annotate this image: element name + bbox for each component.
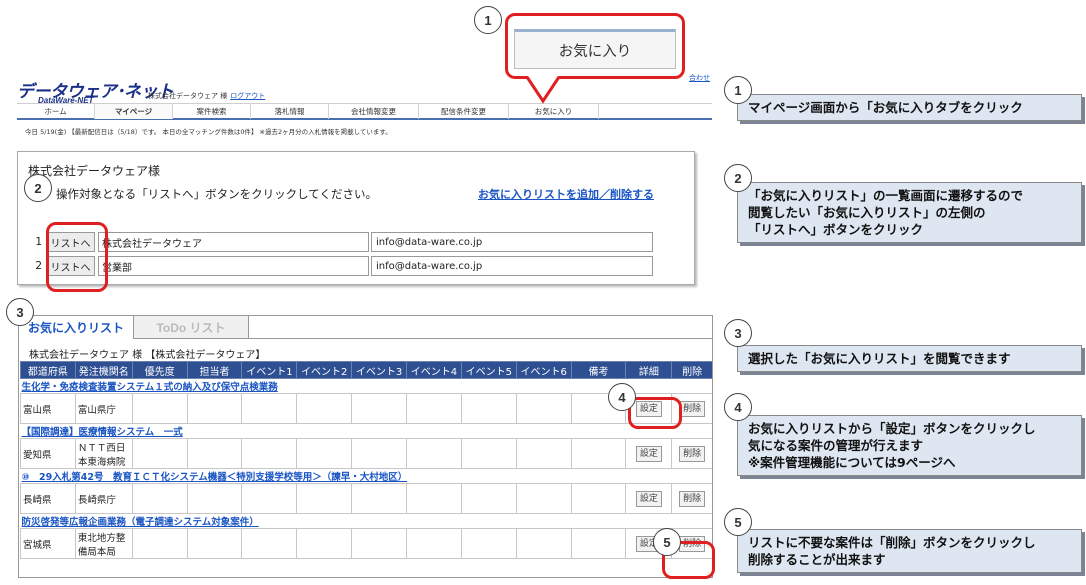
col-header: 都道府県 bbox=[20, 361, 76, 379]
list-name-field[interactable]: 営業部 bbox=[98, 256, 369, 276]
col-header: イベント2 bbox=[296, 361, 353, 379]
list-row-2: 2 リストへ 営業部 info@data-ware.co.jp bbox=[30, 255, 653, 277]
pref-cell: 富山県 bbox=[20, 393, 76, 424]
callout-4-line: ※案件管理機能については9ページへ bbox=[748, 455, 956, 470]
callout-5-line: 削除することが出来ます bbox=[748, 552, 886, 567]
nav-favorites[interactable]: お気に入り bbox=[509, 104, 599, 119]
callout-2-line: 「リストへ」ボタンをクリック bbox=[748, 222, 924, 237]
org-cell: ＮＴＴ西日本東海病院 bbox=[74, 438, 133, 469]
pref-cell: 愛知県 bbox=[20, 438, 76, 469]
callout-5-line: リストに不要な案件は「削除」ボタンをクリックし bbox=[748, 535, 1036, 550]
col-header: 担当者 bbox=[186, 361, 243, 379]
step-4-circle: 4 bbox=[608, 383, 636, 411]
list-num: 2 bbox=[35, 260, 42, 272]
callout-3-line: 選択した「お気に入りリスト」を閲覧できます bbox=[748, 351, 1011, 366]
table-row: 長崎県 長崎県庁 設定 削除 bbox=[20, 483, 712, 514]
org-cell: 富山県庁 bbox=[74, 393, 133, 424]
col-header: イベント3 bbox=[351, 361, 408, 379]
callout-1-circle: 1 bbox=[724, 76, 752, 104]
col-header: 発注機関名 bbox=[74, 361, 133, 379]
set-button[interactable]: 設定 bbox=[635, 400, 662, 417]
case-title-link[interactable]: 防災啓発等広報企画業務（電子調達システム対象案件） bbox=[22, 517, 259, 528]
col-header: 優先度 bbox=[131, 361, 188, 379]
list-num: 1 bbox=[35, 236, 42, 248]
col-header: 削除 bbox=[671, 361, 712, 379]
callout-pointer bbox=[525, 75, 561, 104]
p2-company-name: 株式会社データウェア様 bbox=[28, 164, 161, 178]
nav-delivery-settings[interactable]: 配信条件変更 bbox=[419, 104, 509, 119]
set-button[interactable]: 設定 bbox=[635, 445, 662, 462]
callout-5-circle: 5 bbox=[724, 508, 752, 536]
delete-button[interactable]: 削除 bbox=[679, 490, 706, 507]
info-line: 今日 5/19(金) 【最新配信日は（5/18）です。 本日の全マッチング件数は… bbox=[25, 128, 392, 136]
callout-4-line: お気に入りリストから「設定」ボタンをクリックし bbox=[748, 421, 1036, 436]
callout-3-circle: 3 bbox=[724, 319, 752, 347]
callout-2-circle: 2 bbox=[724, 164, 752, 192]
step-1-circle: 1 bbox=[474, 6, 502, 34]
col-header: 詳細 bbox=[625, 361, 673, 379]
edit-favorites-link[interactable]: お気に入りリストを追加／削除する bbox=[478, 186, 654, 202]
case-title-row: 防災啓発等広報企画業務（電子調達システム対象案件） bbox=[21, 514, 713, 529]
favorites-list-panel: 株式会社データウェア様 操作対象となる「リストへ」ボタンをクリックしてください。… bbox=[17, 151, 695, 285]
callout-4-circle: 4 bbox=[724, 393, 752, 421]
callout-4-line: 気になる案件の管理が行えます bbox=[748, 438, 924, 453]
list-row-1: 1 リストへ 株式会社データウェア info@data-ware.co.jp bbox=[30, 231, 653, 253]
col-header: イベント5 bbox=[460, 361, 517, 379]
delete-button[interactable]: 削除 bbox=[679, 400, 706, 417]
list-email-field[interactable]: info@data-ware.co.jp bbox=[371, 256, 653, 276]
org-cell: 長崎県庁 bbox=[74, 483, 133, 514]
table-header: 都道府県 発注機関名 優先度 担当者 イベント1 イベント2 イベント3 イベン… bbox=[20, 361, 712, 379]
tab-favorites[interactable]: お気に入りリスト bbox=[19, 316, 134, 339]
step-3-circle: 3 bbox=[6, 298, 34, 326]
nav-mypage[interactable]: マイページ bbox=[95, 104, 173, 119]
col-header: イベント6 bbox=[515, 361, 572, 379]
case-title-link[interactable]: 【国際調達】医療情報システム 一式 bbox=[22, 427, 183, 438]
tab-underline bbox=[249, 338, 712, 339]
case-title-link[interactable]: ⑩ 29入札第42号 教育ＩＣＴ化システム機器＜特別支援学校等用＞（諫早・大村地… bbox=[22, 472, 408, 483]
col-header: イベント4 bbox=[406, 361, 462, 379]
step-2-circle: 2 bbox=[24, 174, 52, 202]
list-email-field[interactable]: info@data-ware.co.jp bbox=[371, 232, 653, 252]
callout-1: マイページ画面から「お気に入りタブをクリック bbox=[737, 94, 1082, 121]
pref-cell: 宮城県 bbox=[20, 528, 76, 559]
callout-5: リストに不要な案件は「削除」ボタンをクリックし 削除することが出来ます bbox=[737, 529, 1082, 573]
nav-awards[interactable]: 落札情報 bbox=[251, 104, 329, 119]
callout-2-line: 閲覧したい「お気に入りリスト」の左側の bbox=[748, 205, 986, 220]
delete-button[interactable]: 削除 bbox=[679, 445, 706, 462]
case-title-link[interactable]: 生化学・免疫検査装置システム１式の納入及び保守点検業務 bbox=[22, 382, 278, 393]
to-list-button-1[interactable]: リストへ bbox=[46, 232, 95, 252]
case-title-row: 【国際調達】医療情報システム 一式 bbox=[21, 424, 713, 439]
step-5-circle: 5 bbox=[653, 528, 681, 556]
col-header: イベント1 bbox=[241, 361, 298, 379]
table-row: 宮城県 東北地方整備局本局 設定 削除 bbox=[20, 528, 712, 559]
callout-2-line: 「お気に入りリスト」の一覧画面に遷移するので bbox=[748, 188, 1024, 203]
p2-instruction: 操作対象となる「リストへ」ボタンをクリックしてください。 bbox=[56, 187, 377, 201]
favorites-detail-panel: お気に入りリスト ToDo リスト 株式会社データウェア 様 【株式会社データウ… bbox=[18, 315, 713, 578]
tab-todo[interactable]: ToDo リスト bbox=[134, 316, 249, 339]
org-cell: 東北地方整備局本局 bbox=[74, 528, 133, 559]
col-header: 備考 bbox=[570, 361, 627, 379]
list-name-field[interactable]: 株式会社データウェア bbox=[98, 232, 369, 252]
callout-1-line: マイページ画面から「お気に入りタブをクリック bbox=[748, 100, 1023, 115]
delete-button[interactable]: 削除 bbox=[679, 535, 706, 552]
nav-home[interactable]: ホーム bbox=[17, 104, 95, 119]
tab-row: お気に入りリスト ToDo リスト bbox=[19, 316, 249, 339]
pref-cell: 長崎県 bbox=[20, 483, 76, 514]
favorites-tab-zoomed[interactable]: お気に入り bbox=[514, 29, 676, 69]
table-row: 愛知県 ＮＴＴ西日本東海病院 設定 削除 bbox=[20, 438, 712, 469]
contact-link[interactable]: 合わせ bbox=[689, 73, 710, 83]
p3-company: 株式会社データウェア 様 【株式会社データウェア】 bbox=[29, 350, 266, 361]
main-nav: ホーム マイページ 案件検索 落札情報 会社情報変更 配信条件変更 お気に入り bbox=[17, 103, 712, 120]
set-button[interactable]: 設定 bbox=[635, 490, 662, 507]
header-company: 株式会社データウェア 様ログアウト bbox=[148, 91, 265, 101]
header-company-name: 株式会社データウェア 様 bbox=[148, 92, 228, 100]
nav-company-info[interactable]: 会社情報変更 bbox=[329, 104, 419, 119]
callout-4: お気に入りリストから「設定」ボタンをクリックし 気になる案件の管理が行えます ※… bbox=[737, 415, 1082, 476]
callout-2: 「お気に入りリスト」の一覧画面に遷移するので 閲覧したい「お気に入りリスト」の左… bbox=[737, 182, 1082, 243]
case-title-row: ⑩ 29入札第42号 教育ＩＣＴ化システム機器＜特別支援学校等用＞（諫早・大村地… bbox=[21, 469, 713, 484]
logout-link[interactable]: ログアウト bbox=[230, 92, 265, 100]
to-list-button-2[interactable]: リストへ bbox=[46, 256, 95, 276]
callout-3: 選択した「お気に入りリスト」を閲覧できます bbox=[737, 345, 1082, 372]
nav-search[interactable]: 案件検索 bbox=[173, 104, 251, 119]
